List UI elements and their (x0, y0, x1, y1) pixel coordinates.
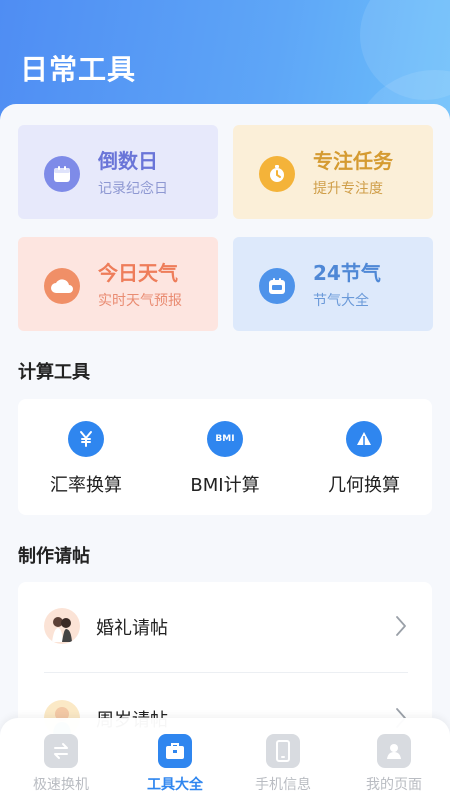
tool-label: 汇率换算 (50, 475, 122, 496)
cloud-icon (44, 268, 80, 304)
timer-icon (259, 156, 295, 192)
tab-label: 极速换机 (33, 777, 89, 793)
divider (44, 672, 408, 673)
exchange-rate-tool[interactable]: 汇率换算 (26, 421, 146, 497)
bmi-tool[interactable]: BMI BMI计算 (165, 421, 285, 497)
user-icon (377, 734, 411, 768)
section-title-calc: 计算工具 (18, 362, 90, 383)
list-item-wedding-invitation[interactable]: 婚礼请帖 (18, 582, 432, 673)
chevron-right-icon (396, 616, 406, 636)
tab-phone-info[interactable]: 手机信息 (238, 734, 328, 794)
card-title: 今日天气 (98, 261, 178, 285)
section-title-invite: 制作请帖 (18, 546, 90, 567)
geometry-tool[interactable]: 几何换算 (304, 421, 424, 497)
tab-my-page[interactable]: 我的页面 (349, 734, 439, 794)
yen-icon (68, 421, 104, 457)
countdown-card[interactable]: 倒数日 记录纪念日 (18, 125, 218, 219)
card-title: 24节气 (313, 261, 381, 285)
tab-label: 我的页面 (366, 777, 422, 793)
card-subtitle: 实时天气预报 (98, 293, 182, 309)
tab-label: 手机信息 (255, 777, 311, 793)
bottom-tab-bar: 极速换机 工具大全 手机信息 我的页面 (0, 718, 450, 800)
wedding-couple-avatar-icon (44, 608, 80, 644)
page-title: 日常工具 (20, 53, 137, 86)
card-title: 倒数日 (98, 149, 158, 173)
tool-label: BMI计算 (190, 475, 260, 496)
card-subtitle: 记录纪念日 (98, 181, 168, 197)
focus-task-card[interactable]: 专注任务 提升专注度 (233, 125, 433, 219)
list-item-label: 婚礼请帖 (96, 618, 168, 639)
main-content: 倒数日 记录纪念日 专注任务 提升专注度 今日天气 实时天气预报 24节气 节气… (0, 104, 450, 800)
phone-icon (266, 734, 300, 768)
transfer-icon (44, 734, 78, 768)
triangle-icon (346, 421, 382, 457)
bmi-icon: BMI (207, 421, 243, 457)
tool-label: 几何换算 (328, 475, 400, 496)
solar-terms-card[interactable]: 24节气 节气大全 (233, 237, 433, 331)
tab-tools[interactable]: 工具大全 (130, 734, 220, 794)
card-title: 专注任务 (313, 149, 393, 173)
solar-terms-calendar-icon (259, 268, 295, 304)
weather-card[interactable]: 今日天气 实时天气预报 (18, 237, 218, 331)
calendar-icon (44, 156, 80, 192)
tab-label: 工具大全 (147, 777, 203, 793)
card-subtitle: 提升专注度 (313, 181, 383, 197)
tab-quick-transfer[interactable]: 极速换机 (16, 734, 106, 794)
card-subtitle: 节气大全 (313, 293, 369, 309)
toolbox-icon (158, 734, 192, 768)
calc-tools-panel: 汇率换算 BMI BMI计算 几何换算 (18, 399, 432, 515)
